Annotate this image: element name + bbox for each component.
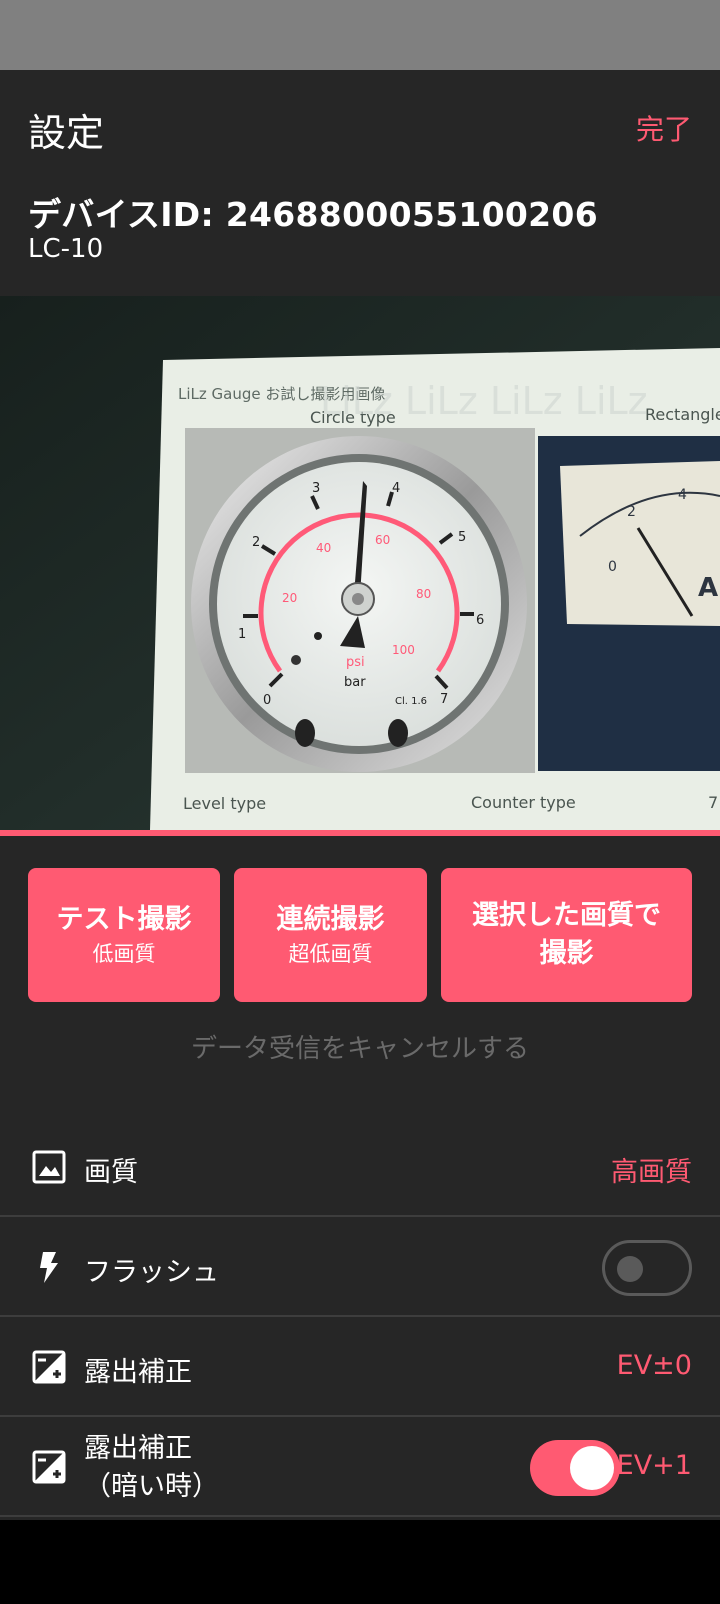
flash-icon — [40, 1252, 58, 1283]
continuous-capture-button[interactable]: 連続撮影 超低画質 — [234, 868, 427, 1002]
meter-unit: A — [698, 573, 718, 603]
gauge-psi-100: 100 — [392, 643, 415, 657]
test-capture-sublabel: 低画質 — [92, 942, 156, 966]
setting-row-exposure[interactable]: 露出補正 EV±0 — [0, 1318, 720, 1417]
flash-label: フラッシュ — [84, 1257, 219, 1288]
page-title: 設定 — [28, 111, 105, 155]
exposure-dark-label: 露出補正 （暗い時） — [84, 1430, 219, 1506]
exposure-dark-value[interactable]: EV+1 — [617, 1450, 692, 1481]
exposure-dark-label-line1: 露出補正 — [84, 1433, 192, 1464]
gauge-bar-unit: bar — [344, 675, 366, 690]
setting-row-flash[interactable]: フラッシュ — [0, 1218, 720, 1317]
setting-row-exposure-dark[interactable]: 露出補正 （暗い時） EV+1 — [0, 1418, 720, 1517]
gauge-tick-6: 6 — [476, 613, 484, 628]
exposure-icon — [32, 1350, 66, 1384]
selected-quality-capture-label-line2: 撮影 — [539, 938, 594, 969]
meter-tick-0: 0 — [608, 559, 617, 575]
test-capture-label: テスト撮影 — [56, 904, 192, 935]
rect-type-label: Rectangle — [645, 405, 720, 424]
quality-label: 画質 — [84, 1157, 138, 1188]
gauge-tick-3: 3 — [312, 481, 320, 496]
counter-type-number: 7 — [708, 793, 718, 812]
gauge-psi-80: 80 — [416, 587, 431, 601]
status-bar-overlay — [0, 0, 720, 70]
camera-preview: LiLz Gauge お試し撮影用画像 Circle type Rectangl… — [0, 296, 720, 830]
flash-toggle-knob — [617, 1256, 643, 1282]
exposure-dark-toggle-knob — [570, 1446, 614, 1490]
gauge-tick-4: 4 — [392, 481, 400, 496]
image-icon — [32, 1150, 66, 1184]
gauge-tick-2: 2 — [252, 535, 260, 550]
meter-tick-4: 4 — [678, 487, 687, 503]
gauge-psi-20: 20 — [282, 591, 297, 605]
exposure-value[interactable]: EV±0 — [617, 1350, 692, 1381]
continuous-capture-sublabel: 超低画質 — [288, 942, 373, 966]
device-model: LC-10 — [28, 234, 104, 264]
gauge-class: Cl. 1.6 — [395, 696, 427, 707]
gauge-psi-40: 40 — [316, 541, 331, 555]
gauge-tick-0: 0 — [263, 693, 271, 708]
exposure-dark-label-line2: （暗い時） — [84, 1471, 219, 1502]
watermark-text: LiLz LiLz LiLz LiLz — [320, 379, 648, 423]
navigation-bar-area — [0, 1520, 720, 1604]
meter-tick-2: 2 — [627, 504, 636, 520]
gauge-tick-1: 1 — [238, 627, 246, 642]
level-type-label: Level type — [183, 794, 266, 813]
quality-value[interactable]: 高画質 — [611, 1150, 692, 1189]
gauge-tick-7: 7 — [440, 692, 448, 707]
exposure-icon — [32, 1450, 66, 1484]
selected-quality-capture-label-line1: 選択した画質で — [472, 900, 661, 931]
exposure-dark-toggle[interactable] — [530, 1440, 620, 1496]
settings-sheet: 設定 完了 デバイスID: 2468800055100206 LC-10 LiL… — [0, 70, 720, 1520]
counter-type-label: Counter type — [471, 793, 576, 812]
flash-toggle[interactable] — [602, 1240, 692, 1296]
setting-row-quality[interactable]: 画質 高画質 — [0, 1118, 720, 1217]
test-capture-button[interactable]: テスト撮影 低画質 — [28, 868, 220, 1002]
gauge-psi-unit: psi — [346, 655, 365, 670]
continuous-capture-label: 連続撮影 — [276, 904, 385, 935]
selected-quality-capture-button[interactable]: 選択した画質で 撮影 — [441, 868, 692, 1002]
cancel-receive-link[interactable]: データ受信をキャンセルする — [0, 1028, 720, 1065]
preview-image: LiLz Gauge お試し撮影用画像 Circle type Rectangl… — [0, 296, 720, 830]
progress-bar — [0, 830, 720, 836]
gauge-psi-60: 60 — [375, 533, 390, 547]
gauge-tick-5: 5 — [458, 530, 466, 545]
exposure-label: 露出補正 — [84, 1357, 192, 1388]
device-id: デバイスID: 2468800055100206 — [28, 195, 598, 234]
done-button[interactable]: 完了 — [636, 108, 692, 148]
